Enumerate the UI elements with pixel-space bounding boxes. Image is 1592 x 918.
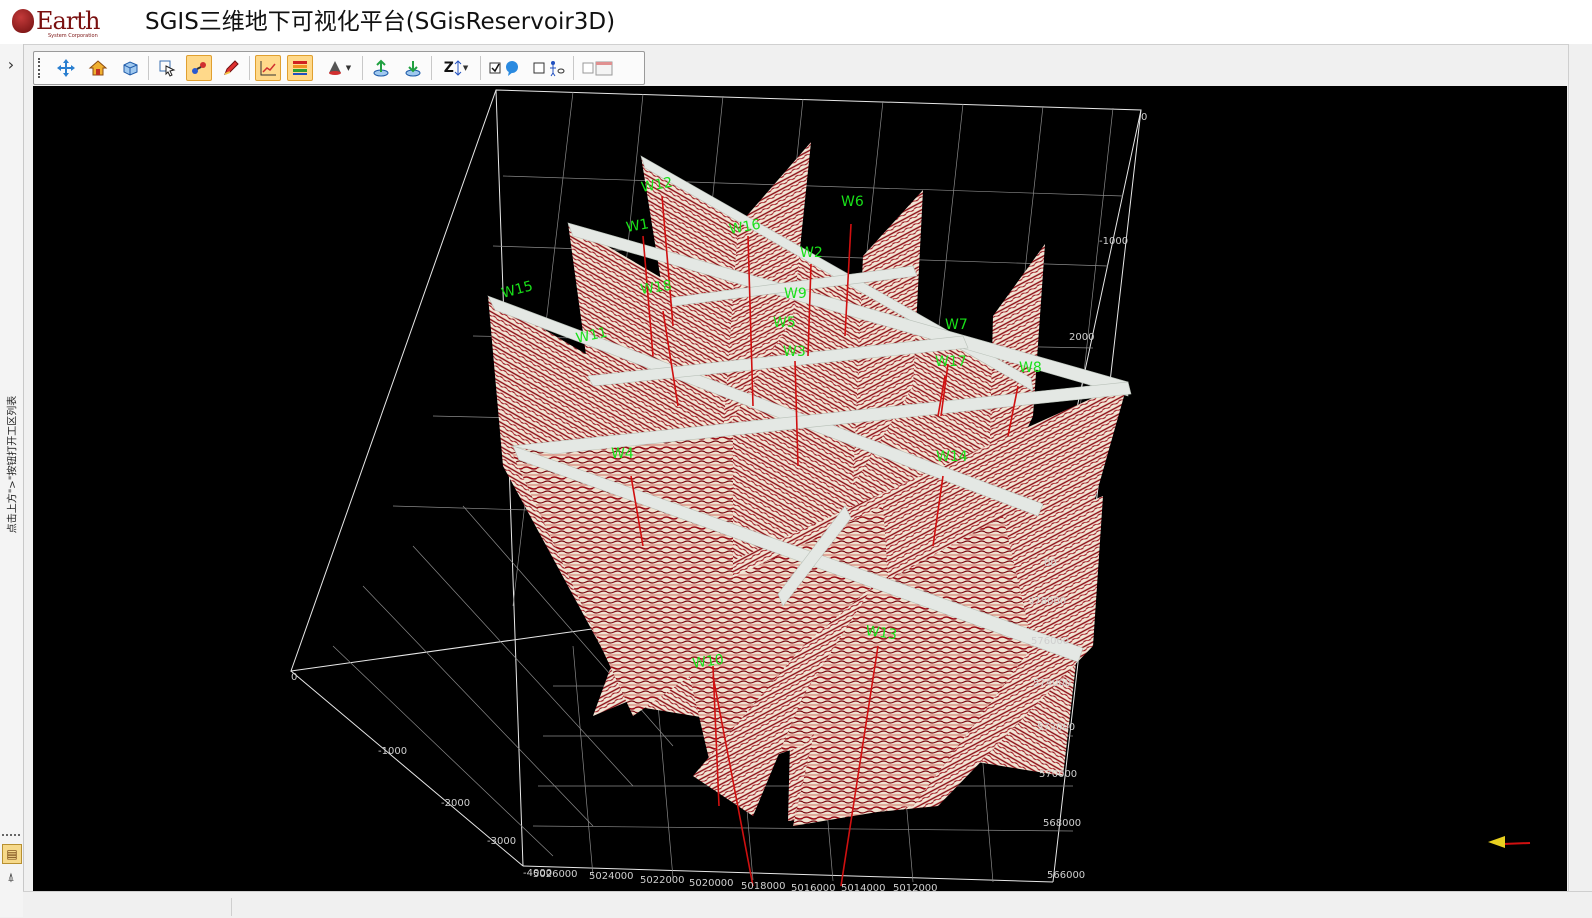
app-logo: Earth System Corporation bbox=[12, 6, 100, 39]
toolbar-separator bbox=[573, 56, 574, 80]
well-label[interactable]: W3 bbox=[783, 344, 806, 360]
import-arrow-icon[interactable] bbox=[400, 55, 426, 81]
title-bar: Earth System Corporation SGIS三维地下可视化平台(S… bbox=[0, 0, 1592, 45]
logo-text: Earth bbox=[36, 7, 100, 35]
left-depth-tick: -2000 bbox=[441, 798, 470, 809]
y-tick: 566000 bbox=[1047, 870, 1085, 881]
compass-arrow-icon bbox=[1488, 836, 1531, 848]
y-tick: 578000 bbox=[1028, 596, 1066, 607]
x-tick: 5016000 bbox=[791, 883, 836, 891]
cube-view-icon[interactable] bbox=[117, 55, 143, 81]
panel-hint-text: 点击上方">"按钮打开工区列表 bbox=[7, 395, 19, 533]
logo-emblem bbox=[12, 9, 34, 33]
pen-draw-icon[interactable] bbox=[218, 55, 244, 81]
bottom-status-bar bbox=[23, 891, 1592, 918]
depth-tick: -1000 bbox=[1099, 236, 1128, 247]
well-label[interactable]: W9 bbox=[784, 286, 807, 302]
x-tick: 5012000 bbox=[893, 883, 938, 891]
x-tick: 5024000 bbox=[589, 871, 634, 882]
checkbox-balloon-icon[interactable] bbox=[486, 55, 524, 81]
z-scale-icon[interactable]: Z ▼ bbox=[437, 55, 475, 81]
expand-panel-button[interactable]: › bbox=[0, 50, 22, 78]
depth-tick: 00 bbox=[1044, 558, 1057, 569]
toolbar-separator bbox=[249, 56, 250, 80]
toolbar-separator bbox=[148, 56, 149, 80]
checkbox-window-icon[interactable] bbox=[579, 55, 617, 81]
well-label[interactable]: W2 bbox=[800, 245, 823, 261]
well-label[interactable]: W6 bbox=[841, 194, 864, 210]
chevron-down-icon[interactable]: ▼ bbox=[463, 64, 468, 72]
3d-viewport[interactable]: W12 W1 W16 W6 W2 W15 W18 W9 W5 W7 W11 W3… bbox=[33, 86, 1567, 891]
select-pointer-icon[interactable] bbox=[154, 55, 180, 81]
light-cone-icon[interactable]: ▼ bbox=[319, 55, 357, 81]
pan-icon[interactable] bbox=[53, 55, 79, 81]
y-tick: 570000 bbox=[1039, 769, 1077, 780]
main-toolbar: ▼ Z ▼ bbox=[33, 51, 645, 85]
z-scale-label: Z bbox=[443, 60, 454, 76]
logo-subtitle: System Corporation bbox=[48, 33, 98, 39]
y-tick: 572000 bbox=[1037, 722, 1075, 733]
left-depth-tick: -3000 bbox=[487, 836, 516, 847]
panel-grip[interactable] bbox=[2, 834, 20, 840]
right-scroll-strip[interactable] bbox=[1568, 44, 1592, 904]
panel-hint: 点击上方">"按钮打开工区列表 bbox=[2, 384, 20, 544]
axis-grid-icon[interactable] bbox=[255, 55, 281, 81]
depth-tick: 0 bbox=[1141, 112, 1147, 123]
checkbox-person-icon[interactable] bbox=[530, 55, 568, 81]
well-label[interactable]: W8 bbox=[1019, 360, 1042, 376]
left-panel: › 点击上方">"按钮打开工区列表 ▤ ⍋ bbox=[0, 44, 24, 917]
depth-tick: 2000 bbox=[1069, 332, 1094, 343]
well-label[interactable]: W7 bbox=[945, 317, 968, 333]
x-tick: 5020000 bbox=[689, 878, 734, 889]
well-label[interactable]: W17 bbox=[935, 354, 967, 370]
well-label[interactable]: W4 bbox=[611, 446, 634, 462]
app-title: SGIS三维地下可视化平台(SGisReservoir3D) bbox=[145, 9, 616, 35]
y-tick: 574000 bbox=[1033, 678, 1071, 689]
toolbar-separator bbox=[480, 56, 481, 80]
toolbar-separator bbox=[431, 56, 432, 80]
y-tick: 576000 bbox=[1031, 636, 1069, 647]
color-bars-icon[interactable] bbox=[287, 55, 313, 81]
well-label[interactable]: W5 bbox=[773, 315, 796, 331]
chevron-down-icon[interactable]: ▼ bbox=[346, 64, 351, 72]
well-label[interactable]: W14 bbox=[936, 449, 968, 465]
y-tick: 568000 bbox=[1043, 818, 1081, 829]
well-label[interactable]: W1 bbox=[625, 216, 650, 236]
x-tick: 5022000 bbox=[640, 875, 685, 886]
x-tick: 5026000 bbox=[533, 869, 578, 880]
well-label[interactable]: W15 bbox=[500, 278, 535, 302]
bottom-tab[interactable] bbox=[31, 898, 232, 916]
toolbar-separator bbox=[362, 56, 363, 80]
home-icon[interactable] bbox=[85, 55, 111, 81]
left-depth-tick: 0 bbox=[291, 672, 297, 683]
layers-icon[interactable]: ▤ bbox=[2, 844, 22, 864]
left-depth-tick: -1000 bbox=[378, 746, 407, 757]
tree-icon[interactable]: ⍋ bbox=[2, 868, 20, 886]
x-tick: 5018000 bbox=[741, 881, 786, 891]
export-arrow-icon[interactable] bbox=[368, 55, 394, 81]
link-nodes-icon[interactable] bbox=[186, 55, 212, 81]
scene-canvas[interactable]: W12 W1 W16 W6 W2 W15 W18 W9 W5 W7 W11 W3… bbox=[33, 86, 1567, 891]
toolbar-grip[interactable] bbox=[38, 58, 46, 78]
x-tick: 5014000 bbox=[841, 883, 886, 891]
